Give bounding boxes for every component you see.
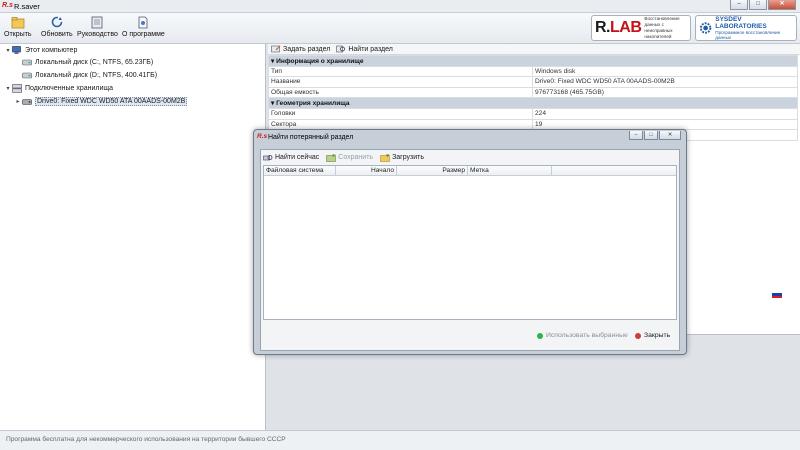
load-button[interactable]: Загрузить [380,154,424,162]
table-row: Название Drive0: Fixed WDC WD50 ATA 00AA… [268,76,798,88]
rlab-tagline: Восстановление данных с неисправных нако… [644,16,680,39]
find-partition-dialog: R.s Найти потерянный раздел – □ ✕ Найти … [253,129,687,355]
partitions-list[interactable]: Файловая система Начало Размер Метка [263,165,677,320]
document-info-icon [136,15,150,29]
load-icon [380,154,390,162]
table-row: Общая емкость 976773168 (465.75GB) [268,86,798,99]
sysdev-subtitle: Программное восстановление данных [715,30,781,40]
open-button[interactable]: Открыть [4,15,32,42]
column-start[interactable]: Начало [336,166,397,176]
column-size[interactable]: Размер [397,166,468,176]
gear-icon [699,22,712,34]
refresh-label: Обновить [41,31,73,38]
partition-toolbar: Задать раздел Найти раздел [268,44,800,55]
book-icon [90,15,104,29]
find-partition-button[interactable]: Найти раздел [336,45,393,53]
window-title: R.saver [14,2,40,11]
tree-item-disk-d[interactable]: Локальный диск (D:, NTFS, 400.41ГБ) [14,70,157,81]
red-status-icon [635,332,641,339]
computer-icon [12,46,22,55]
about-button[interactable]: О программе [122,15,165,42]
sysdev-logo[interactable]: SYSDEV LABORATORIES Программное восстано… [695,15,797,41]
use-selected-button[interactable]: Использовать выбранные [537,332,628,339]
manual-button[interactable]: Руководство [77,15,118,42]
dialog-minimize-button[interactable]: – [629,131,643,140]
search-disk-icon [263,154,273,160]
tree-item-drive0[interactable]: ▸ Drive0: Fixed WDC WD50 ATA 00AADS-00M2… [14,96,188,107]
disk-drive-icon [22,97,32,106]
main-toolbar: Открыть Обновить Руководство О программе… [0,13,800,44]
hard-drive-icon [22,58,32,67]
close-button[interactable]: ✕ [768,0,796,10]
storage-devices-icon [12,84,22,93]
tree-item-computer[interactable]: ▾ Этот компьютер [4,45,77,56]
app-logo: R.s [2,2,13,9]
table-row: Тип Windows disk [268,65,798,78]
search-partition-icon [336,45,346,53]
collapse-icon[interactable]: ▾ [4,47,12,54]
dialog-window-controls: – □ ✕ [629,131,681,140]
save-icon [326,154,337,162]
close-dialog-button[interactable]: Закрыть [635,332,670,339]
dialog-close-button[interactable]: ✕ [659,131,681,140]
rlab-logo[interactable]: R.LAB Восстановление данных с неисправны… [591,15,691,41]
refresh-button[interactable]: Обновить [41,15,73,42]
section-storage-geometry[interactable]: ▾ Геометрия хранилища [268,97,798,109]
language-flag-icon[interactable] [772,291,782,298]
status-text: Программа бесплатна для некоммерческого … [6,436,286,443]
dialog-toolbar: Найти сейчас Сохранить Загрузить [263,152,424,163]
tree-item-disk-c[interactable]: Локальный диск (C:, NTFS, 65.23ГБ) [14,57,153,68]
sysdev-title: SYSDEV LABORATORIES [715,16,767,30]
open-label: Открыть [4,31,32,38]
open-folder-icon [11,15,25,29]
dialog-body: Найти сейчас Сохранить Загрузить Файлова… [260,149,680,351]
about-label: О программе [122,31,165,38]
column-filesystem[interactable]: Файловая система [264,166,336,176]
section-storage-info[interactable]: ▾ Информация о хранилище [268,55,798,67]
dialog-title: Найти потерянный раздел [268,134,354,141]
collapse-icon[interactable]: ▾ [4,85,12,92]
dialog-app-logo: R.s [257,133,268,140]
save-button[interactable]: Сохранить [326,154,373,162]
expand-icon[interactable]: ▸ [14,98,22,105]
properties-table: ▾ Информация о хранилище Тип Windows dis… [268,55,798,141]
dialog-title-bar[interactable]: R.s Найти потерянный раздел – □ ✕ [254,130,686,145]
tree-item-connected-storage[interactable]: ▾ Подключенные хранилища [4,83,113,94]
refresh-icon [50,15,64,29]
column-label[interactable]: Метка [468,166,552,176]
title-bar: R.s R.saver – □ ✕ [0,0,800,13]
vendor-logos: R.LAB Восстановление данных с неисправны… [591,15,797,41]
manual-label: Руководство [77,31,118,38]
search-now-button[interactable]: Найти сейчас [263,154,319,162]
hard-drive-icon [22,71,32,80]
status-bar: Программа бесплатна для некоммерческого … [0,430,800,450]
table-row: Головки 224 [268,107,798,120]
dialog-maximize-button[interactable]: □ [644,131,658,140]
window-controls: – □ ✕ [730,0,796,10]
list-header: Файловая система Начало Размер Метка [264,166,676,176]
green-status-icon [537,332,543,339]
minimize-button[interactable]: – [730,0,748,10]
maximize-button[interactable]: □ [749,0,767,10]
edit-partition-icon [271,45,281,53]
set-partition-button[interactable]: Задать раздел [271,45,330,53]
device-tree: ▾ Этот компьютер Локальный диск (C:, NTF… [0,44,266,430]
dialog-footer: Использовать выбранные Закрыть [261,322,679,350]
